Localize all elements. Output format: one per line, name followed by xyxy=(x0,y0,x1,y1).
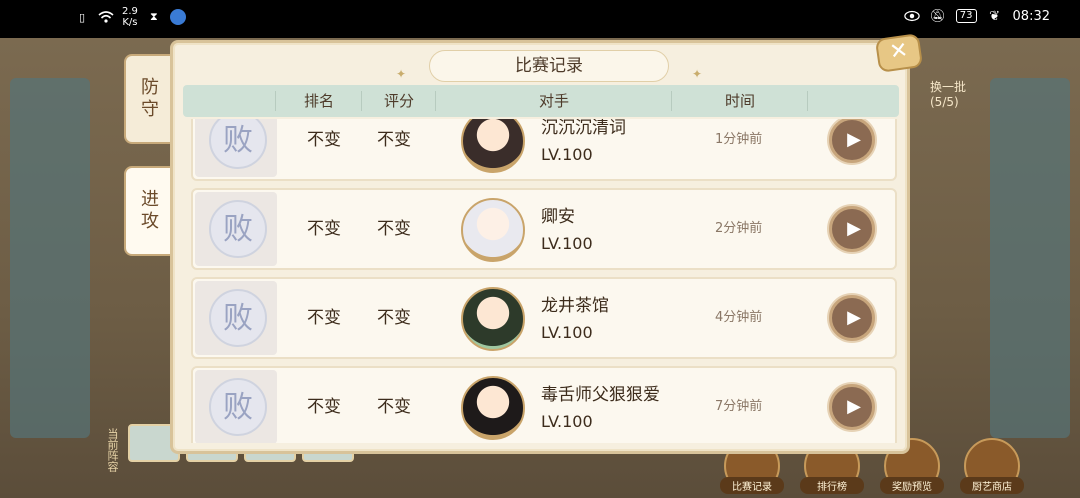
match-record-dialog: ✦ 比赛记录 ✦ 排名 评分 对手 时间 败 不变 不变 沉沉沉清词 LV.10… xyxy=(170,40,910,454)
bg-refresh-text: 换一批 (5/5) xyxy=(930,80,967,109)
record-time: 2分钟前 xyxy=(715,221,763,236)
mute-bell-icon: 🔕︎ xyxy=(929,8,947,24)
bg-shop-button[interactable]: 厨艺商店 xyxy=(960,438,1024,494)
opponent-level: LV.100 xyxy=(541,323,593,342)
result-cell: 败 xyxy=(195,370,277,443)
battery-indicator: 73 xyxy=(955,9,977,23)
header-opponent: 对手 xyxy=(538,92,569,110)
opponent-avatar xyxy=(461,376,525,440)
record-time: 7分钟前 xyxy=(715,399,763,414)
record-row: 败 不变 不变 卿安 LV.100 2分钟前 ▶ xyxy=(191,188,897,270)
table-header: 排名 评分 对手 时间 xyxy=(183,85,899,117)
tab-defense[interactable]: 防守 xyxy=(124,54,172,144)
record-time: 4分钟前 xyxy=(715,310,763,325)
header-separator xyxy=(807,91,808,111)
header-rank: 排名 xyxy=(303,92,334,110)
header-score: 评分 xyxy=(383,92,414,110)
dialog-title-bar: ✦ 比赛记录 ✦ xyxy=(396,50,702,82)
defeat-icon: 败 xyxy=(209,378,267,436)
opponent-avatar xyxy=(461,119,525,173)
play-icon[interactable]: ▶ xyxy=(829,119,875,163)
defeat-icon: 败 xyxy=(209,289,267,347)
result-cell: 败 xyxy=(195,119,277,177)
defeat-icon: 败 xyxy=(209,200,267,258)
header-separator xyxy=(435,91,436,111)
leaf-icon: ❦ xyxy=(989,8,1000,24)
tab-attack[interactable]: 进攻 xyxy=(124,166,172,256)
status-right: 🔕︎ 73 ❦ 08:32 xyxy=(904,8,1050,24)
bg-panel-left xyxy=(10,78,90,438)
play-icon[interactable]: ▶ xyxy=(829,384,875,430)
opponent-level: LV.100 xyxy=(541,412,593,431)
clock: 08:32 xyxy=(1012,8,1050,24)
network-speed: 2.9 K/s xyxy=(122,6,138,28)
bg-lineup-label: 当前阵容 xyxy=(106,428,119,472)
record-list[interactable]: 败 不变 不变 沉沉沉清词 LV.100 1分钟前 ▶ 败 不变 不变 卿安 L… xyxy=(191,119,897,443)
app-badge-icon xyxy=(169,9,186,25)
record-row: 败 不变 不变 毒舌师父狠狠爱 LV.100 7分钟前 ▶ xyxy=(191,366,897,443)
play-icon[interactable]: ▶ xyxy=(829,206,875,252)
opponent-level: LV.100 xyxy=(541,234,593,253)
bg-panel-right xyxy=(990,78,1070,438)
close-icon[interactable]: ✕ xyxy=(874,33,924,73)
opponent-name: 毒舌师父狠狠爱 xyxy=(541,385,660,405)
hourglass-icon: ⧗ xyxy=(150,10,158,23)
record-row: 败 不变 不变 沉沉沉清词 LV.100 1分钟前 ▶ xyxy=(191,119,897,181)
result-cell: 败 xyxy=(195,281,277,355)
opponent-avatar xyxy=(461,198,525,262)
rank-change: 不变 xyxy=(307,219,341,239)
status-bar: ▯ 2.9 K/s ⧗ 🔕︎ 73 ❦ 08:32 xyxy=(0,0,1080,38)
rank-change: 不变 xyxy=(307,130,341,150)
header-time: 时间 xyxy=(724,92,755,110)
opponent-name: 沉沉沉清词 xyxy=(541,119,626,138)
play-icon[interactable]: ▶ xyxy=(829,295,875,341)
record-time: 1分钟前 xyxy=(715,132,763,147)
opponent-name: 卿安 xyxy=(541,207,575,227)
rank-change: 不变 xyxy=(307,308,341,328)
rank-change: 不变 xyxy=(307,397,341,417)
notification-icon: ▯ xyxy=(78,10,86,24)
record-row: 败 不变 不变 龙井茶馆 LV.100 4分钟前 ▶ xyxy=(191,277,897,359)
header-separator xyxy=(275,91,276,111)
header-separator xyxy=(671,91,672,111)
score-change: 不变 xyxy=(377,308,411,328)
result-cell: 败 xyxy=(195,192,277,266)
score-change: 不变 xyxy=(377,219,411,239)
score-change: 不变 xyxy=(377,397,411,417)
dialog-title: 比赛记录 xyxy=(515,56,583,76)
opponent-level: LV.100 xyxy=(541,145,593,164)
wifi-icon xyxy=(98,9,114,25)
defeat-icon: 败 xyxy=(209,119,267,169)
status-left: ▯ 2.9 K/s ⧗ xyxy=(74,6,186,28)
header-separator xyxy=(361,91,362,111)
opponent-avatar xyxy=(461,287,525,351)
opponent-name: 龙井茶馆 xyxy=(541,296,609,316)
eye-icon xyxy=(904,8,920,24)
score-change: 不变 xyxy=(377,130,411,150)
